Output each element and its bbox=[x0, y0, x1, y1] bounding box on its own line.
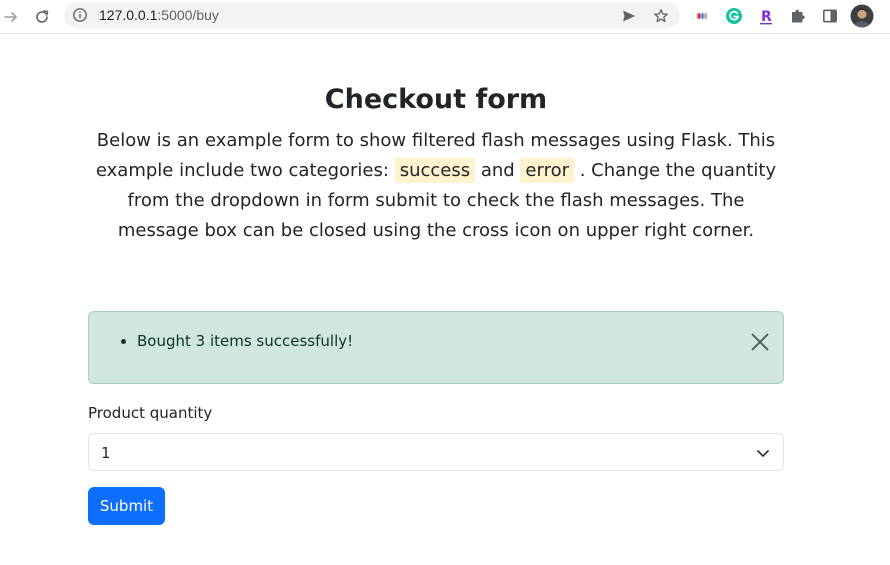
reload-icon bbox=[36, 10, 49, 23]
quantity-select[interactable]: 1 bbox=[88, 433, 784, 471]
alert-close-button[interactable] bbox=[749, 331, 771, 353]
site-info-icon[interactable] bbox=[72, 7, 88, 23]
profile-avatar bbox=[850, 4, 874, 28]
success-category-mark: success bbox=[394, 158, 476, 183]
browser-toolbar: 127.0.0.1:5000/buy R bbox=[0, 0, 890, 34]
mail-extension-button[interactable] bbox=[691, 5, 713, 27]
extensions-button[interactable] bbox=[787, 5, 809, 27]
url-path: :5000/buy bbox=[157, 7, 219, 23]
grammarly-button[interactable] bbox=[723, 5, 745, 27]
side-panel-icon bbox=[822, 9, 837, 23]
close-icon bbox=[751, 333, 769, 351]
forward-button[interactable] bbox=[0, 4, 24, 30]
page-title: Checkout form bbox=[324, 84, 548, 115]
bookmark-star-icon bbox=[654, 9, 668, 23]
side-panel-button[interactable] bbox=[819, 5, 841, 27]
quantity-label: Product quantity bbox=[88, 404, 213, 422]
forward-arrow-icon bbox=[4, 12, 17, 22]
flash-message-list: Bought 3 items successfully! bbox=[137, 330, 353, 352]
intro-text-part2: and bbox=[475, 160, 521, 181]
reload-button[interactable] bbox=[29, 4, 55, 30]
mail-extension-icon bbox=[696, 12, 708, 20]
flash-message-alert: Bought 3 items successfully! bbox=[88, 311, 784, 384]
r-extension-button[interactable]: R bbox=[755, 5, 777, 27]
error-category-mark: error bbox=[520, 158, 574, 183]
chevron-down-icon bbox=[757, 450, 769, 457]
url-text[interactable]: 127.0.0.1:5000/buy bbox=[99, 7, 219, 24]
grammarly-icon bbox=[726, 8, 742, 24]
address-bar[interactable]: 127.0.0.1:5000/buy bbox=[64, 2, 680, 29]
extensions-puzzle-icon bbox=[792, 9, 805, 23]
flash-message-item: Bought 3 items successfully! bbox=[137, 330, 353, 352]
svg-text:R: R bbox=[761, 9, 772, 25]
send-tab-button[interactable] bbox=[619, 6, 639, 26]
url-host: 127.0.0.1 bbox=[99, 7, 158, 23]
profile-button[interactable] bbox=[850, 4, 874, 28]
submit-button[interactable]: Submit bbox=[88, 487, 165, 525]
intro-paragraph: Below is an example form to show filtere… bbox=[88, 126, 784, 246]
r-extension-icon: R bbox=[760, 9, 772, 25]
bookmark-button[interactable] bbox=[651, 6, 671, 26]
send-tab-icon bbox=[623, 10, 635, 22]
quantity-selected-value: 1 bbox=[101, 444, 111, 462]
